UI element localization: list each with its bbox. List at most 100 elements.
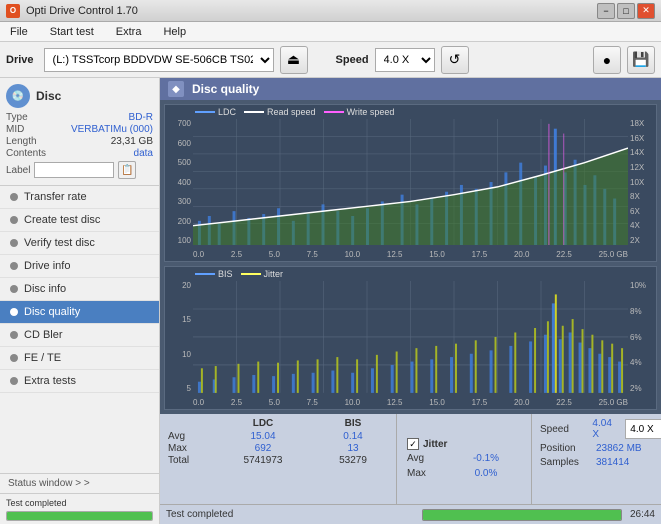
- chart2-svg: [193, 281, 628, 393]
- progress-fill: [7, 512, 152, 520]
- sidebar-item-disc-quality[interactable]: Disc quality: [0, 301, 159, 324]
- menu-help[interactable]: Help: [157, 24, 192, 40]
- avg-ldc: 15.04: [228, 431, 298, 442]
- legend-ldc-color: [195, 111, 215, 113]
- menu-file[interactable]: File: [4, 24, 34, 40]
- chart2-x-axis: 0.0 2.5 5.0 7.5 10.0 12.5 15.0 17.5 20.0…: [193, 398, 628, 407]
- drive-label: Drive: [6, 54, 34, 66]
- samples-val: 381414: [596, 457, 629, 468]
- refresh-button[interactable]: ↺: [441, 46, 469, 74]
- jitter-checkbox[interactable]: ✓: [407, 438, 419, 450]
- maximize-button[interactable]: □: [617, 3, 635, 19]
- speed-select-stats[interactable]: 4.0 X: [625, 419, 661, 439]
- disc-length-value: 23,31 GB: [111, 136, 153, 147]
- close-button[interactable]: ✕: [637, 3, 655, 19]
- burn-button[interactable]: ●: [593, 46, 621, 74]
- legend-ldc: LDC: [195, 107, 236, 117]
- max-ldc: 692: [228, 443, 298, 454]
- legend-jitter-color: [241, 273, 261, 275]
- sidebar-item-disc-info[interactable]: Disc info: [0, 278, 159, 301]
- speed-label: Speed: [336, 54, 369, 66]
- status-text: Test completed: [6, 498, 67, 508]
- jitter-label: Jitter: [423, 439, 447, 450]
- sidebar-item-drive-info[interactable]: Drive info: [0, 255, 159, 278]
- samples-key: Samples: [540, 457, 590, 468]
- charts-container: LDC Read speed Write speed 700 600 500: [160, 100, 661, 414]
- eject-button[interactable]: ⏏: [280, 46, 308, 74]
- col-bis: BIS: [318, 418, 388, 429]
- menu-start-test[interactable]: Start test: [44, 24, 100, 40]
- save-button[interactable]: 💾: [627, 46, 655, 74]
- sidebar-dot: [10, 239, 18, 247]
- sidebar-label-verify-test-disc: Verify test disc: [24, 237, 95, 249]
- chart2-legend: BIS Jitter: [195, 269, 283, 279]
- speed-val: 4.04 X: [592, 418, 619, 440]
- jitter-section: ✓ Jitter Avg -0.1% Max 0.0%: [396, 414, 531, 504]
- disc-mid-label: MID: [6, 124, 24, 135]
- minimize-button[interactable]: −: [597, 3, 615, 19]
- menu-bar: File Start test Extra Help: [0, 22, 661, 42]
- sidebar-label-transfer-rate: Transfer rate: [24, 191, 87, 203]
- jitter-avg-label: Avg: [407, 453, 447, 464]
- content-area: ◆ Disc quality LDC Read speed: [160, 78, 661, 524]
- disc-label-button[interactable]: 📋: [118, 161, 136, 179]
- jitter-max-label: Max: [407, 468, 447, 479]
- sidebar-dot: [10, 193, 18, 201]
- sidebar-dot: [10, 216, 18, 224]
- speed-key: Speed: [540, 424, 586, 435]
- content-header: ◆ Disc quality: [160, 78, 661, 100]
- disc-label-input[interactable]: [34, 162, 114, 178]
- chart1-x-axis: 0.0 2.5 5.0 7.5 10.0 12.5 15.0 17.5 20.0…: [193, 250, 628, 259]
- sidebar-item-fe-te[interactable]: FE / TE: [0, 347, 159, 370]
- main-layout: 💿 Disc Type BD-R MID VERBATIMu (000) Len…: [0, 78, 661, 524]
- sidebar-label-extra-tests: Extra tests: [24, 375, 76, 387]
- disc-length-label: Length: [6, 136, 37, 147]
- bottom-progress-fill: [423, 510, 621, 520]
- col-ldc: LDC: [228, 418, 298, 429]
- window-title: Opti Drive Control 1.70: [26, 5, 138, 17]
- sidebar-item-extra-tests[interactable]: Extra tests: [0, 370, 159, 393]
- menu-extra[interactable]: Extra: [110, 24, 148, 40]
- sidebar-dot: [10, 331, 18, 339]
- sidebar-item-cd-bler[interactable]: CD Bler: [0, 324, 159, 347]
- legend-bis-color: [195, 273, 215, 275]
- disc-title: Disc: [36, 89, 61, 103]
- legend-read-color: [244, 111, 264, 113]
- drive-select[interactable]: (L:) TSSTcorp BDDVDW SE-506CB TS02: [44, 48, 274, 72]
- speed-select[interactable]: 4.0 X: [375, 48, 435, 72]
- sidebar-dot: [10, 308, 18, 316]
- sidebar-label-disc-quality: Disc quality: [24, 306, 80, 318]
- avg-bis: 0.14: [318, 431, 388, 442]
- app-icon: O: [6, 4, 20, 18]
- bottom-time: 26:44: [630, 509, 655, 520]
- sidebar-label-create-test-disc: Create test disc: [24, 214, 100, 226]
- content-title: Disc quality: [192, 82, 259, 96]
- sidebar-item-create-test-disc[interactable]: Create test disc: [0, 209, 159, 232]
- stats-row: LDC BIS Avg 15.04 0.14 Max 692 13 Total …: [160, 414, 661, 504]
- sidebar-item-verify-test-disc[interactable]: Verify test disc: [0, 232, 159, 255]
- sidebar-item-transfer-rate[interactable]: Transfer rate: [0, 186, 159, 209]
- disc-icon: 💿: [6, 84, 30, 108]
- total-ldc: 5741973: [228, 455, 298, 466]
- sidebar-dot: [10, 377, 18, 385]
- status-window-button[interactable]: Status window > >: [0, 473, 159, 493]
- chart1-y-axis-right: 18X 16X 14X 12X 10X 8X 6X 4X 2X: [628, 119, 656, 245]
- row-avg-label: Avg: [168, 431, 208, 442]
- position-val: 23862 MB: [596, 443, 642, 454]
- legend-read-speed: Read speed: [244, 107, 316, 117]
- disc-mid-value: VERBATIMu (000): [71, 124, 153, 135]
- jitter-max-val: 0.0%: [451, 468, 521, 479]
- legend-write-speed: Write speed: [324, 107, 395, 117]
- chart1-legend: LDC Read speed Write speed: [195, 107, 394, 117]
- legend-write-color: [324, 111, 344, 113]
- chart-bis: BIS Jitter 20 15 10 5 10% 8%: [164, 266, 657, 410]
- max-bis: 13: [318, 443, 388, 454]
- sidebar-dot: [10, 354, 18, 362]
- legend-jitter-label: Jitter: [264, 269, 284, 279]
- bottom-progress-bar: [422, 509, 622, 521]
- sidebar-label-cd-bler: CD Bler: [24, 329, 63, 341]
- disc-panel: 💿 Disc Type BD-R MID VERBATIMu (000) Len…: [0, 78, 159, 186]
- legend-write-label: Write speed: [347, 107, 395, 117]
- content-icon: ◆: [168, 81, 184, 97]
- legend-ldc-label: LDC: [218, 107, 236, 117]
